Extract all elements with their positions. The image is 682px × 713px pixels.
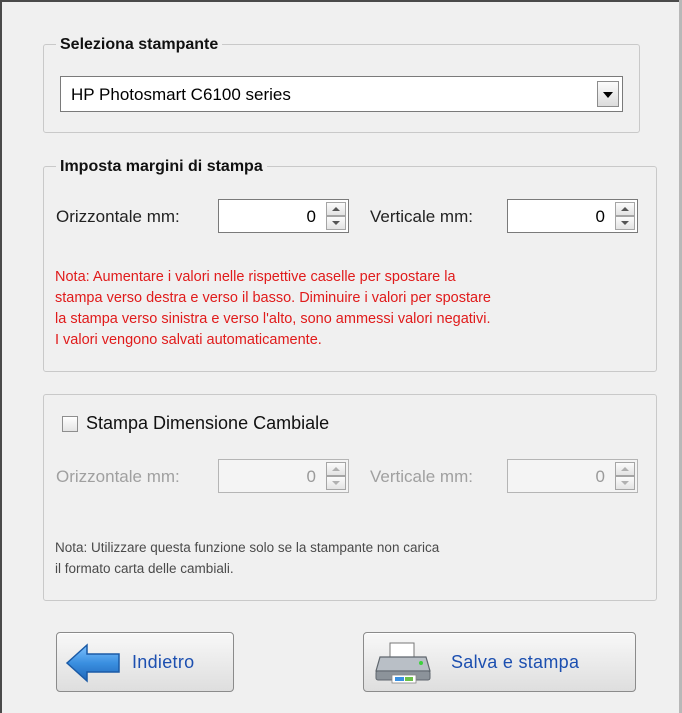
spin-up-icon[interactable] (326, 202, 346, 216)
cambiale-horizontal-spin-buttons (326, 462, 346, 490)
spin-down-icon[interactable] (326, 216, 346, 230)
printer-group-title: Seleziona stampante (56, 35, 223, 55)
cambiale-note-line: il formato carta delle cambiali. (55, 561, 234, 576)
margins-group: Imposta margini di stampa Orizzontale mm… (43, 157, 657, 372)
cambiale-vertical-spin-buttons (615, 462, 635, 490)
cambiale-horizontal-label: Orizzontale mm: (56, 467, 180, 486)
left-arrow-icon (65, 643, 120, 683)
spin-down-icon[interactable] (326, 476, 346, 490)
horizontal-margin-spin-buttons (326, 202, 346, 230)
horizontal-margin-label: Orizzontale mm: (56, 207, 180, 226)
printer-select[interactable]: HP Photosmart C6100 series (60, 76, 623, 112)
cambiale-vertical-label: Verticale mm: (370, 467, 473, 486)
printer-group: Seleziona stampante HP Photosmart C6100 … (43, 35, 640, 133)
margins-note-line: stampa verso destra e verso il basso. Di… (55, 290, 491, 306)
margins-note-line: I valori vengono salvati automaticamente… (55, 332, 322, 348)
cambiale-checkbox[interactable] (62, 416, 78, 432)
horizontal-margin-stepper[interactable]: 0 (218, 199, 349, 233)
spin-down-icon[interactable] (615, 476, 635, 490)
horizontal-margin-value: 0 (306, 207, 316, 226)
printer-select-value: HP Photosmart C6100 series (71, 85, 291, 104)
cambiale-vertical-stepper[interactable]: 0 (507, 459, 638, 493)
printer-icon (375, 642, 431, 684)
cambiale-group: Stampa Dimensione Cambiale Orizzontale m… (43, 394, 657, 601)
spin-up-icon[interactable] (615, 202, 635, 216)
chevron-down-icon[interactable] (597, 81, 619, 107)
margins-note: Nota: Aumentare i valori nelle rispettiv… (55, 267, 645, 351)
cambiale-horizontal-stepper[interactable]: 0 (218, 459, 349, 493)
spin-up-icon[interactable] (326, 462, 346, 476)
vertical-margin-label: Verticale mm: (370, 207, 473, 226)
back-button-label: Indietro (132, 652, 195, 672)
vertical-margin-spin-buttons (615, 202, 635, 230)
spin-up-icon[interactable] (615, 462, 635, 476)
save-print-button-label: Salva e stampa (451, 652, 580, 672)
save-print-button[interactable]: Salva e stampa (363, 632, 636, 692)
margins-note-line: la stampa verso sinistra e verso l'alto,… (55, 311, 491, 327)
cambiale-note-line: Nota: Utilizzare questa funzione solo se… (55, 540, 440, 555)
back-button[interactable]: Indietro (56, 632, 234, 692)
cambiale-horizontal-value: 0 (306, 467, 316, 486)
cambiale-note: Nota: Utilizzare questa funzione solo se… (55, 537, 645, 579)
margins-group-title: Imposta margini di stampa (56, 157, 267, 177)
margins-note-line: Nota: Aumentare i valori nelle rispettiv… (55, 269, 456, 285)
cambiale-checkbox-label[interactable]: Stampa Dimensione Cambiale (86, 413, 329, 434)
vertical-margin-stepper[interactable]: 0 (507, 199, 638, 233)
cambiale-vertical-value: 0 (595, 467, 605, 486)
vertical-margin-value: 0 (595, 207, 605, 226)
spin-down-icon[interactable] (615, 216, 635, 230)
